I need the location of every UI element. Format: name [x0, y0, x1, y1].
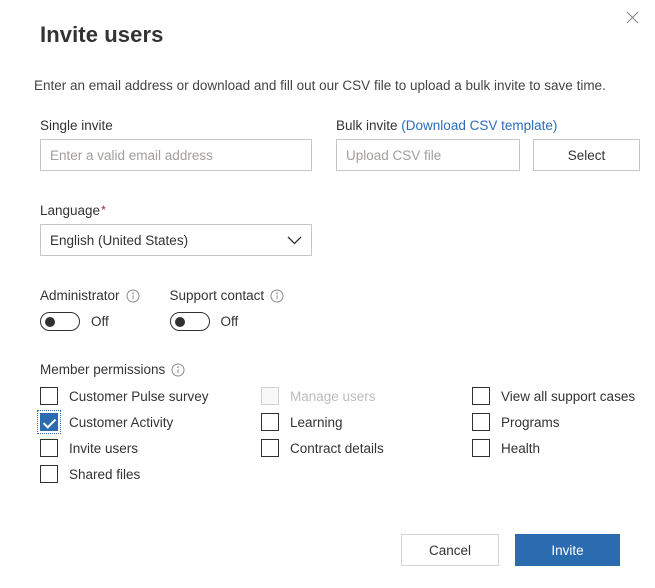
language-label-row: Language* — [40, 203, 312, 218]
administrator-label: Administrator — [40, 288, 120, 303]
permission-checkbox-manage-users: Manage users — [261, 387, 472, 405]
checkbox-box — [261, 439, 279, 457]
dialog-footer: Cancel Invite — [401, 534, 620, 566]
support-contact-switch-row: Off — [169, 312, 285, 331]
close-icon-glyph — [626, 11, 638, 23]
permission-checkbox-invite-users[interactable]: Invite users — [40, 439, 261, 457]
permission-checkbox-customer-activity[interactable]: Customer Activity — [37, 410, 261, 434]
upload-csv-input[interactable] — [336, 139, 520, 171]
info-icon-glyph — [270, 289, 284, 302]
toggle-knob — [45, 316, 55, 327]
checkbox-label: Contract details — [290, 440, 384, 456]
language-label: Language — [40, 203, 101, 218]
member-permissions-title-row: Member permissions — [40, 362, 630, 377]
toggles-group: Administrator Off Support contact Off — [40, 288, 304, 331]
checkbox-label: Shared files — [69, 466, 141, 482]
checkbox-label: Invite users — [69, 440, 139, 456]
language-group: Language* English (United States) — [40, 203, 312, 256]
administrator-toggle-group: Administrator Off — [40, 288, 140, 331]
single-invite-group: Single invite — [40, 118, 312, 171]
checkbox-label: Learning — [290, 414, 343, 430]
administrator-state: Off — [91, 314, 109, 329]
support-contact-state: Off — [220, 314, 239, 329]
permission-checkbox-health[interactable]: Health — [472, 439, 632, 457]
bulk-invite-group: Bulk invite (Download CSV template) Sele… — [336, 118, 642, 171]
member-permissions-title: Member permissions — [40, 362, 166, 377]
support-contact-label-row: Support contact — [170, 288, 285, 303]
checkbox-box — [472, 387, 490, 405]
support-contact-label: Support contact — [169, 288, 265, 303]
permission-checkbox-contract-details[interactable]: Contract details — [261, 439, 472, 457]
close-icon[interactable] — [617, 2, 647, 32]
bulk-invite-label-row: Bulk invite (Download CSV template) — [336, 118, 642, 133]
info-icon-glyph — [126, 289, 140, 302]
permission-checkbox-view-all-support-cases[interactable]: View all support cases — [472, 387, 636, 405]
checkbox-box — [37, 410, 61, 434]
administrator-switch-row: Off — [40, 312, 140, 331]
language-select[interactable]: English (United States) — [40, 224, 312, 256]
support-contact-toggle-group: Support contact Off — [169, 288, 285, 331]
checkbox-box — [472, 439, 490, 457]
checkbox-box — [261, 387, 279, 405]
info-icon[interactable] — [270, 289, 284, 303]
checkbox-label: Manage users — [290, 388, 376, 404]
cancel-button[interactable]: Cancel — [401, 534, 499, 566]
select-file-button[interactable]: Select — [533, 139, 640, 171]
required-marker: * — [101, 203, 106, 217]
permissions-grid: Customer Pulse survey Manage users View al… — [37, 387, 636, 483]
download-csv-template-link[interactable]: (Download CSV template) — [401, 118, 557, 133]
bulk-invite-row: Select — [336, 139, 642, 171]
permission-checkbox-learning[interactable]: Learning — [261, 413, 472, 431]
checkbox-box — [472, 413, 490, 431]
administrator-toggle[interactable] — [40, 312, 80, 331]
info-icon-glyph — [171, 363, 185, 376]
administrator-label-row: Administrator — [40, 288, 140, 303]
info-icon[interactable] — [171, 363, 185, 377]
single-invite-label: Single invite — [40, 118, 113, 133]
checkbox-label: Programs — [501, 414, 560, 430]
member-permissions-group: Member permissions Customer Pulse survey… — [37, 362, 636, 483]
permission-checkbox-customer-pulse-survey[interactable]: Customer Pulse survey — [40, 387, 261, 405]
language-selected-value: English (United States) — [50, 232, 189, 248]
support-contact-toggle[interactable] — [169, 312, 210, 331]
checkbox-label: Customer Pulse survey — [69, 388, 209, 404]
checkbox-label: View all support cases — [501, 388, 636, 404]
chevron-down-icon — [287, 236, 302, 244]
info-icon[interactable] — [126, 289, 140, 303]
checkbox-label: Customer Activity — [69, 414, 174, 430]
single-invite-input[interactable] — [40, 139, 312, 171]
permission-checkbox-shared-files[interactable]: Shared files — [40, 465, 261, 483]
checkbox-box — [261, 413, 279, 431]
bulk-invite-label: Bulk invite — [336, 118, 398, 133]
checkbox-label: Health — [501, 440, 541, 456]
checkbox-box — [40, 439, 58, 457]
permission-checkbox-programs[interactable]: Programs — [472, 413, 632, 431]
page-title: Invite users — [40, 22, 164, 47]
checkbox-box — [40, 387, 58, 405]
checkbox-box — [40, 465, 58, 483]
dialog-description: Enter an email address or download and f… — [34, 78, 606, 93]
invite-button[interactable]: Invite — [515, 534, 620, 566]
toggle-knob — [174, 316, 185, 327]
invite-users-dialog: Invite users Enter an email address or d… — [0, 0, 655, 588]
